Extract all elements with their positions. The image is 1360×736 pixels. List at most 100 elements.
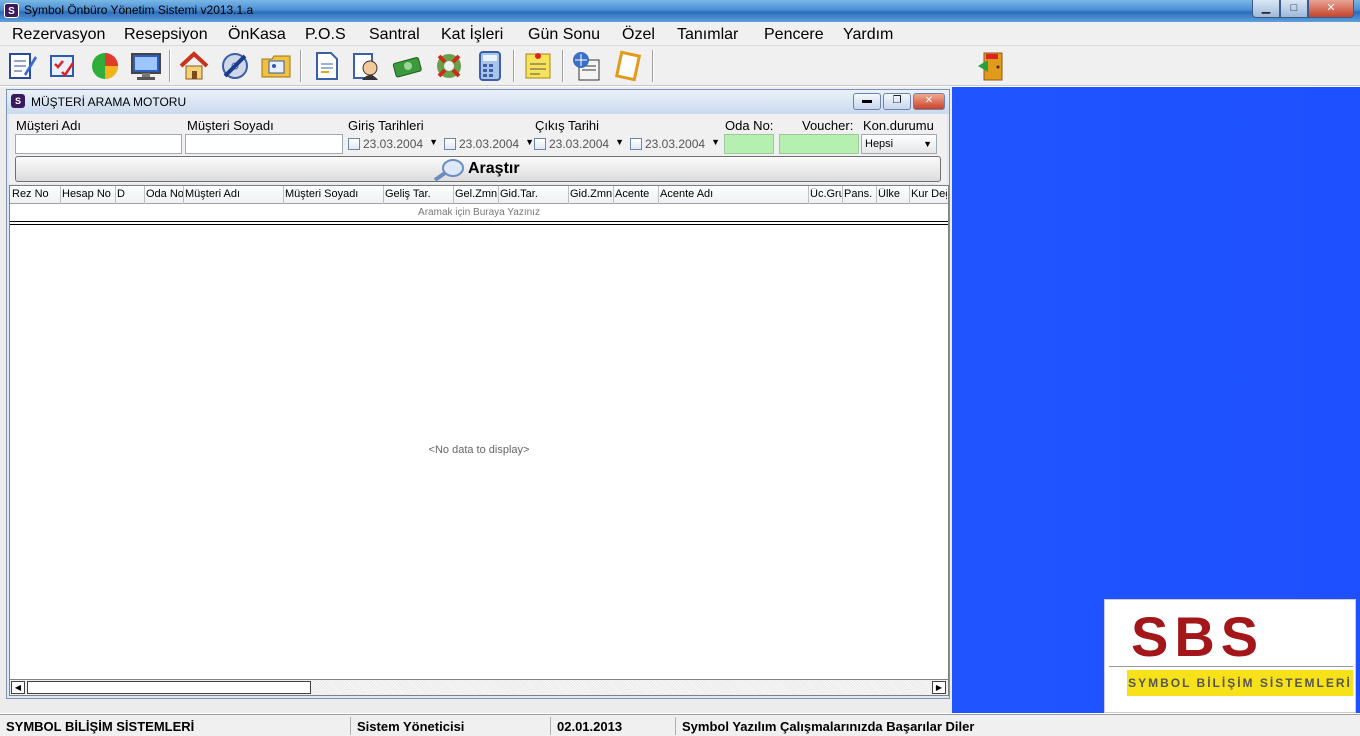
col-gel-zmn[interactable]: Gel.Zmn	[455, 188, 499, 200]
col-acente-adi[interactable]: Acente Adı	[660, 188, 808, 200]
checklist-icon[interactable]	[48, 50, 80, 82]
search-button[interactable]: Araştır	[15, 156, 941, 182]
scroll-right-icon[interactable]: ▶	[932, 681, 946, 694]
window-logo-icon: S	[11, 94, 25, 108]
chevron-down-icon[interactable]: ▼	[429, 137, 438, 147]
child-restore-button[interactable]: ❐	[883, 93, 911, 110]
home-icon[interactable]	[178, 50, 210, 82]
child-minimize-button[interactable]: ▬	[853, 93, 881, 110]
col-acente[interactable]: Acente	[615, 188, 657, 200]
status-company: SYMBOL BİLİŞİM SİSTEMLERİ	[6, 719, 195, 734]
col-oda-no[interactable]: Oda No	[146, 188, 184, 200]
toolbar	[0, 46, 1360, 86]
col-musteri-adi[interactable]: Müşteri Adı	[185, 188, 283, 200]
status-bar: SYMBOL BİLİŞİM SİSTEMLERİ Sistem Yönetic…	[0, 714, 1360, 736]
col-ulke[interactable]: Ülke	[878, 188, 910, 200]
money-icon[interactable]	[392, 50, 424, 82]
customer-search-window: S MÜŞTERİ ARAMA MOTORU ▬ ❐ ✕ Müşteri Adı…	[6, 89, 950, 699]
status-label: Kon.durumu	[863, 118, 934, 133]
app-title-bar[interactable]: S Symbol Önbüro Yönetim Sistemi v2013.1.…	[0, 0, 1360, 22]
chevron-down-icon[interactable]: ▼	[615, 137, 624, 147]
scroll-track[interactable]	[312, 681, 928, 694]
status-user: Sistem Yöneticisi	[357, 719, 465, 734]
last-name-field[interactable]	[185, 134, 343, 154]
exit-door-icon[interactable]	[976, 50, 1008, 82]
col-uc-gru[interactable]: Üc.Gru	[810, 188, 842, 200]
close-button[interactable]: ✕	[1308, 0, 1354, 18]
col-hesap-no[interactable]: Hesap No	[62, 188, 116, 200]
horizontal-scrollbar[interactable]: ◀ ▶	[9, 679, 949, 696]
sbs-logo: SBS SYMBOL BİLİŞİM SİSTEMLERİ	[1104, 599, 1356, 713]
results-grid: Rez No Hesap No D Oda No Müşteri Adı Müş…	[9, 185, 949, 685]
monitor-icon[interactable]	[130, 50, 162, 82]
phone-book-icon[interactable]	[571, 50, 603, 82]
document-icon[interactable]	[310, 50, 342, 82]
room-no-field[interactable]	[724, 134, 774, 154]
grid-filter-row[interactable]: Aramak için Buraya Yazınız	[10, 204, 948, 222]
checkout-from-date[interactable]: 23.03.2004 ▼	[532, 134, 624, 154]
voucher-field[interactable]	[779, 134, 859, 154]
status-select-value: Hepsi	[865, 138, 894, 150]
toolbar-separator	[652, 50, 654, 82]
menu-rezervasyon[interactable]: Rezervasyon	[12, 26, 105, 44]
first-name-field[interactable]	[15, 134, 182, 154]
child-window-title-bar[interactable]: S MÜŞTERİ ARAMA MOTORU ▬ ❐ ✕	[7, 90, 949, 114]
checkin-from-value: 23.03.2004	[363, 137, 424, 151]
status-select[interactable]: Hepsi ▼	[861, 134, 937, 154]
calculator-icon[interactable]	[474, 50, 506, 82]
customer-search-icon[interactable]	[350, 50, 382, 82]
logo-rule	[1109, 666, 1353, 667]
menu-yardim[interactable]: Yardım	[843, 26, 893, 44]
grid-header: Rez No Hesap No D Oda No Müşteri Adı Müş…	[10, 186, 948, 204]
pie-chart-icon[interactable]	[89, 50, 121, 82]
col-musteri-soyadi[interactable]: Müşteri Soyadı	[285, 188, 383, 200]
checkin-from-checkbox[interactable]	[348, 138, 360, 150]
menu-pos[interactable]: P.O.S	[305, 26, 346, 44]
checkout-to-checkbox[interactable]	[630, 138, 642, 150]
col-gid-tar[interactable]: Gid.Tar.	[500, 188, 568, 200]
reservation-notepad-icon[interactable]	[6, 50, 38, 82]
child-window-title: MÜŞTERİ ARAMA MOTORU	[31, 95, 187, 109]
scroll-left-icon[interactable]: ◀	[11, 681, 25, 694]
last-name-label: Müşteri Soyadı	[187, 118, 274, 133]
checkout-to-value: 23.03.2004	[645, 137, 706, 151]
checkin-from-date[interactable]: 23.03.2004 ▼	[346, 134, 438, 154]
cd-tools-icon[interactable]	[219, 50, 251, 82]
app-title: Symbol Önbüro Yönetim Sistemi v2013.1.a	[24, 3, 254, 17]
menu-bar: Rezervasyon Resepsiyon ÖnKasa P.O.S Sant…	[0, 22, 1360, 46]
sbs-brand: SBS	[1131, 605, 1265, 668]
col-gelis-tar[interactable]: Geliş Tar.	[385, 188, 453, 200]
chevron-down-icon[interactable]: ▼	[711, 137, 720, 147]
chevron-down-icon[interactable]: ▼	[923, 139, 932, 149]
menu-pencere[interactable]: Pencere	[764, 26, 824, 44]
scroll-thumb[interactable]	[27, 681, 311, 694]
col-kur-deg[interactable]: Kur Değ	[911, 188, 947, 200]
checkin-to-checkbox[interactable]	[444, 138, 456, 150]
checkin-to-date[interactable]: 23.03.2004 ▼	[442, 134, 534, 154]
menu-santral[interactable]: Santral	[369, 26, 420, 44]
col-gid-zmn[interactable]: Gid.Zmn	[570, 188, 614, 200]
notepad-icon[interactable]	[612, 50, 644, 82]
menu-gun-sonu[interactable]: Gün Sonu	[528, 26, 600, 44]
child-close-button[interactable]: ✕	[913, 93, 945, 110]
minimize-button[interactable]: ▁	[1252, 0, 1280, 18]
checkout-from-value: 23.03.2004	[549, 137, 610, 151]
menu-resepsiyon[interactable]: Resepsiyon	[124, 26, 208, 44]
folder-card-icon[interactable]	[260, 50, 292, 82]
sticky-note-icon[interactable]	[522, 50, 554, 82]
rescue-ring-icon[interactable]	[433, 50, 465, 82]
col-pans[interactable]: Pans.	[844, 188, 876, 200]
app-logo-icon: S	[4, 3, 19, 18]
menu-kat-isleri[interactable]: Kat İşleri	[441, 26, 503, 44]
voucher-label: Voucher:	[802, 118, 854, 133]
toolbar-separator	[562, 50, 564, 82]
maximize-button[interactable]: □	[1280, 0, 1308, 18]
col-rez-no[interactable]: Rez No	[12, 188, 60, 200]
checkout-from-checkbox[interactable]	[534, 138, 546, 150]
grid-divider	[10, 223, 948, 225]
col-d[interactable]: D	[117, 188, 143, 200]
menu-ozel[interactable]: Özel	[622, 26, 655, 44]
menu-tanimlar[interactable]: Tanımlar	[677, 26, 738, 44]
menu-onkasa[interactable]: ÖnKasa	[228, 26, 286, 44]
checkout-to-date[interactable]: 23.03.2004 ▼	[628, 134, 720, 154]
